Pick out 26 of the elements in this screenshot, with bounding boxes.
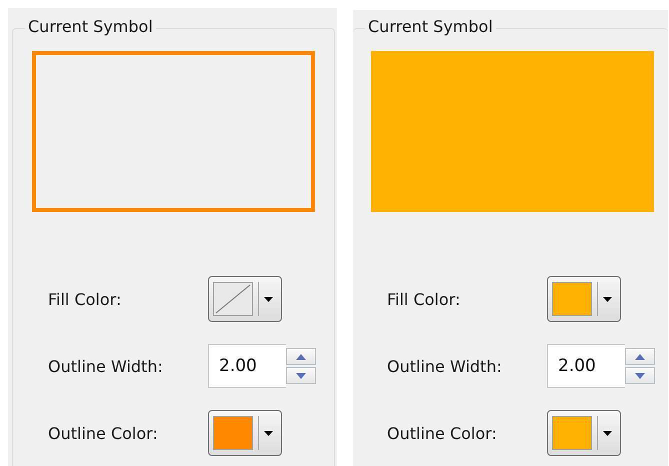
field-label: Fill Color:	[387, 290, 462, 308]
spin-up-button[interactable]	[286, 348, 316, 365]
triangle-down-icon	[635, 372, 645, 378]
triangle-down-icon	[296, 372, 306, 378]
color-picker-button[interactable]	[208, 276, 282, 322]
group-title: Current Symbol	[365, 17, 496, 36]
field-label: Outline Color:	[387, 424, 498, 442]
spin-up-button[interactable]	[625, 348, 655, 365]
caret-icon	[264, 430, 273, 436]
field-label: Outline Width:	[387, 356, 503, 376]
caret-icon	[264, 296, 273, 302]
field-label: Outline Width:	[48, 356, 164, 376]
color-picker-button[interactable]	[547, 410, 621, 456]
color-picker-button[interactable]	[208, 410, 282, 456]
field-label: Fill Color:	[48, 290, 122, 308]
outline-width-field[interactable]: 2.00	[547, 344, 625, 388]
group-title: Current Symbol	[25, 17, 156, 36]
color-picker-button[interactable]	[547, 276, 621, 322]
triangle-up-icon	[296, 354, 306, 360]
caret-icon	[603, 430, 612, 436]
spin-down-button[interactable]	[625, 367, 655, 384]
spin-down-button[interactable]	[286, 367, 316, 384]
triangle-up-icon	[635, 354, 645, 360]
field-label: Outline Color:	[48, 424, 159, 442]
caret-icon	[603, 296, 612, 302]
outline-width-field[interactable]: 2.00	[208, 344, 286, 388]
